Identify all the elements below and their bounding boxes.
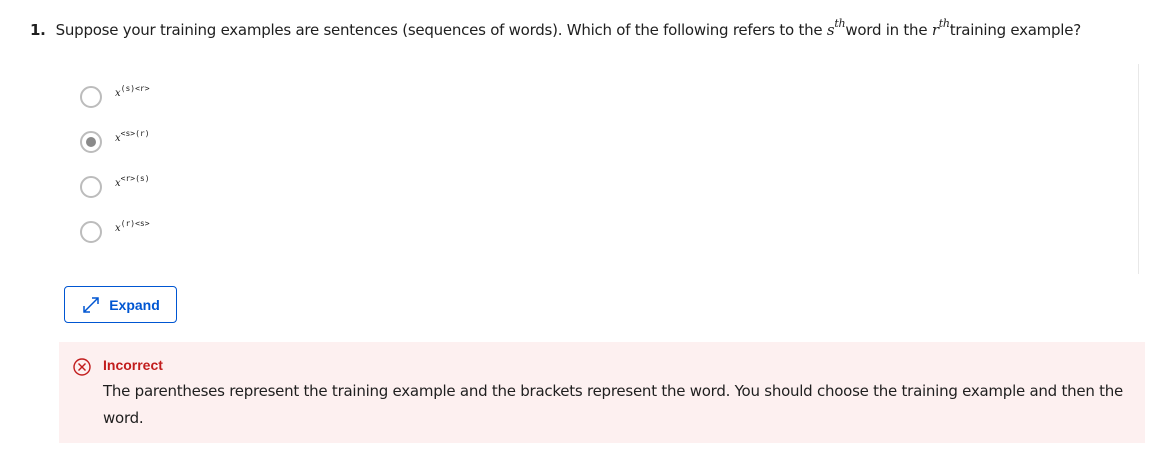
question-text: 1. Suppose your training examples are sen… <box>30 18 1081 41</box>
option-label-4: x(r)<s> <box>115 219 150 234</box>
sup-r: th <box>938 17 950 30</box>
feedback-message: The parentheses represent the training e… <box>103 382 1123 427</box>
question-text-middle: word in the <box>845 21 932 39</box>
option-label-3: x<r>(s) <box>115 174 150 189</box>
x-circle-icon <box>73 358 91 376</box>
radio-button-1[interactable] <box>80 86 102 108</box>
feedback-panel: Incorrect The parentheses represent the … <box>59 342 1145 443</box>
radio-dot <box>86 137 96 147</box>
content-divider <box>1138 64 1139 274</box>
option-sup-1: (s)<r> <box>120 84 150 93</box>
question-number: 1. <box>30 21 46 39</box>
option-sup-3: <r>(s) <box>120 174 150 183</box>
option-2[interactable]: x<s>(r) <box>80 129 280 155</box>
expand-arrows-icon <box>81 295 101 315</box>
radio-button-2-selected[interactable] <box>80 131 102 153</box>
option-base-2: x <box>115 133 121 144</box>
option-base-1: x <box>115 88 121 99</box>
option-sup-4: (r)<s> <box>120 219 150 228</box>
math-r: rth <box>931 18 950 39</box>
radio-button-4[interactable] <box>80 221 102 243</box>
option-label-2: x<s>(r) <box>115 129 150 144</box>
option-1[interactable]: x(s)<r> <box>80 84 280 110</box>
expand-button[interactable]: Expand <box>64 286 177 323</box>
sup-s: th <box>834 17 846 30</box>
math-s: sth <box>827 18 846 39</box>
option-base-3: x <box>115 178 121 189</box>
radio-button-3[interactable] <box>80 176 102 198</box>
question-text-after: training example? <box>949 21 1081 39</box>
expand-button-label: Expand <box>109 296 160 313</box>
option-label-1: x(s)<r> <box>115 84 150 99</box>
option-sup-2: <s>(r) <box>120 129 150 138</box>
option-3[interactable]: x<r>(s) <box>80 174 280 200</box>
option-4[interactable]: x(r)<s> <box>80 219 280 245</box>
question-text-before: Suppose your training examples are sente… <box>55 21 827 39</box>
option-base-4: x <box>115 223 121 234</box>
var-r: r <box>931 21 939 39</box>
feedback-status: Incorrect <box>103 357 163 373</box>
